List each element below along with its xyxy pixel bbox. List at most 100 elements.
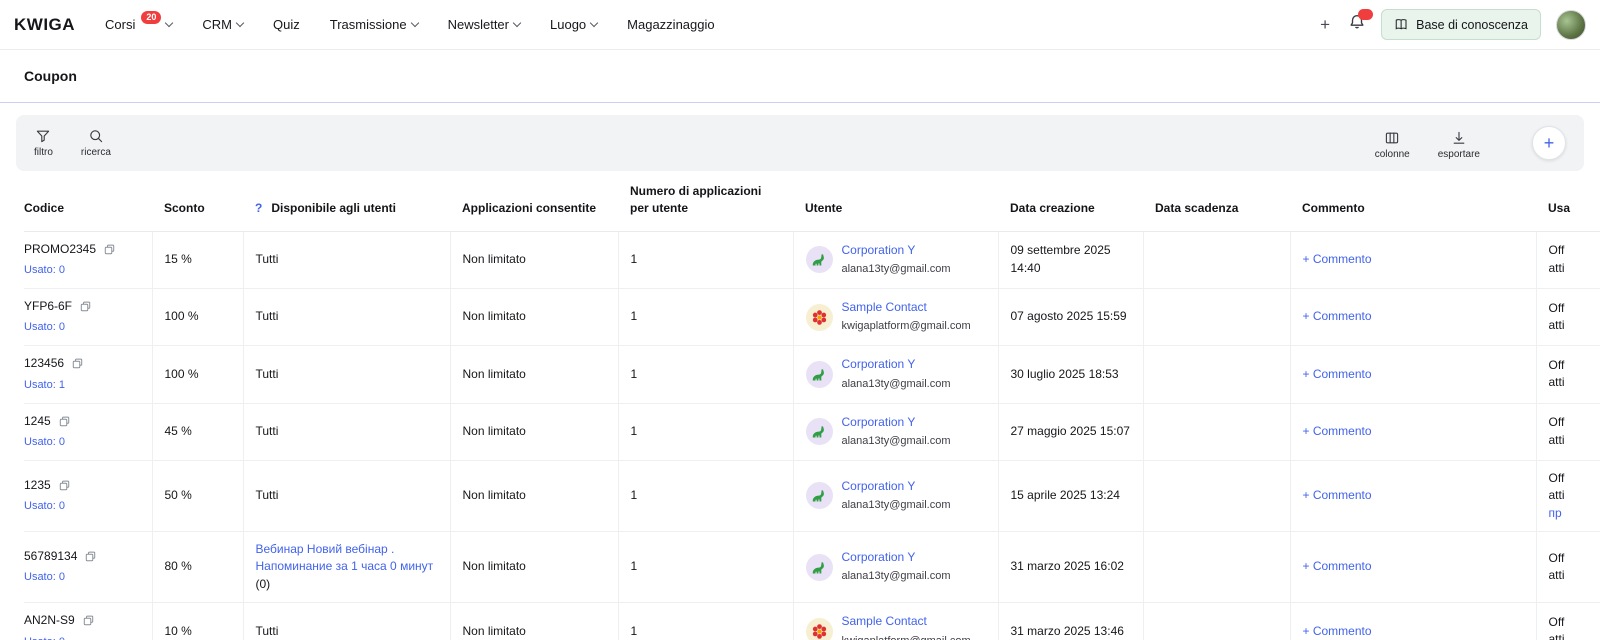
user-email: alana13ty@gmail.com [841, 434, 951, 447]
user-name-link[interactable]: Corporation Y [842, 357, 916, 371]
used-count-link[interactable]: Usato: 0 [24, 499, 65, 515]
user-email: kwigaplatform@gmail.com [841, 320, 971, 333]
used-count-link[interactable]: Usato: 0 [24, 570, 65, 586]
available-cell: Tutti [242, 459, 451, 533]
expiry-cell [1142, 531, 1291, 604]
help-icon[interactable]: ? [255, 201, 262, 215]
comment-cell: + Commento [1289, 602, 1537, 640]
used-count-link[interactable]: Usato: 0 [24, 320, 65, 336]
header-commento: Commento [1290, 171, 1536, 232]
nav-item-newsletter[interactable]: Newsletter [448, 17, 522, 32]
filter-icon [37, 130, 50, 143]
user-cell: Corporation Y alana13ty@gmail.com [792, 459, 999, 533]
header-data-scadenza: Data scadenza [1143, 171, 1290, 232]
discount-cell: 100 % [151, 287, 244, 347]
used-count-link[interactable]: Usato: 0 [24, 263, 65, 279]
per-user-cell: 1 [617, 602, 794, 640]
search-button[interactable]: ricerca [81, 128, 111, 158]
page-header: Coupon [0, 50, 1600, 103]
copy-icon[interactable] [58, 479, 71, 492]
user-email: alana13ty@gmail.com [841, 570, 951, 583]
export-button[interactable]: esportare [1438, 130, 1480, 160]
nav-item-trasmissione[interactable]: Trasmissione [330, 17, 419, 32]
nav-item-crm[interactable]: CRM [202, 17, 245, 32]
copy-icon[interactable] [71, 357, 84, 370]
copy-icon[interactable] [58, 415, 71, 428]
user-avatar [805, 418, 833, 446]
knowledge-base-button[interactable]: Base di conoscenza [1381, 9, 1541, 40]
offers-cell: Off atti [1535, 602, 1600, 640]
user-name-link[interactable]: Sample Contact [842, 614, 927, 628]
top-navbar: KWIGA Corsi 20 CRM Quiz Trasmissione New… [0, 0, 1600, 50]
offers-cell: Off atti [1535, 402, 1600, 461]
coupon-code: 123456 [24, 356, 65, 371]
user-name-link[interactable]: Corporation Y [842, 243, 916, 257]
header-utente: Utente [793, 171, 998, 232]
columns-icon [1386, 132, 1399, 144]
table-row: YFP6-6F Usato: 0 100 % Tutti Non limitat… [24, 287, 1600, 347]
nav-item-quiz[interactable]: Quiz [273, 17, 300, 32]
add-comment-link[interactable]: + Commento [1303, 309, 1372, 323]
copy-icon[interactable] [79, 300, 92, 313]
nav-item-corsi[interactable]: Corsi 20 [105, 11, 174, 32]
user-name-link[interactable]: Sample Contact [842, 300, 927, 314]
filter-button[interactable]: filtro [34, 128, 53, 158]
chevron-down-icon [165, 18, 174, 27]
header-disponibile: ? Disponibile agli utenti [243, 171, 450, 232]
quick-add-button[interactable]: + [1317, 15, 1333, 35]
available-text: Tutti [255, 424, 279, 439]
available-offer-link[interactable]: Вебинар Новий вебінар . Напоминание за 1… [256, 542, 434, 573]
notifications-button[interactable] [1348, 9, 1374, 36]
user-avatar [805, 360, 833, 388]
used-count-link[interactable]: Usato: 0 [24, 635, 65, 640]
user-name-link[interactable]: Corporation Y [842, 550, 916, 564]
download-icon [1453, 131, 1465, 144]
add-comment-link[interactable]: + Commento [1303, 488, 1372, 502]
nav-item-luogo[interactable]: Luogo [550, 17, 599, 32]
created-cell: 30 luglio 2025 18:53 [997, 345, 1144, 404]
add-comment-link[interactable]: + Commento [1303, 367, 1372, 381]
used-count-link[interactable]: Usato: 0 [24, 435, 65, 451]
user-cell: Corporation Y alana13ty@gmail.com [792, 230, 999, 289]
offer-link-line3[interactable]: пр [1549, 505, 1600, 522]
user-name-link[interactable]: Corporation Y [842, 415, 916, 429]
add-comment-link[interactable]: + Commento [1303, 559, 1372, 573]
applications-cell: Non limitato [449, 230, 619, 289]
add-comment-link[interactable]: + Commento [1303, 624, 1372, 638]
coupon-code: 1245 [24, 413, 51, 428]
nav-item-magazzinaggio[interactable]: Magazzinaggio [627, 17, 714, 32]
coupon-code: AN2N-S9 [24, 613, 75, 628]
user-profile-avatar[interactable] [1556, 9, 1586, 40]
used-count-link[interactable]: Usato: 1 [24, 378, 65, 394]
coupon-code: 56789134 [24, 549, 78, 563]
per-user-cell: 1 [617, 345, 794, 404]
comment-cell: + Commento [1289, 531, 1537, 604]
user-avatar [805, 303, 833, 331]
offer-text-line1: Off [1548, 615, 1565, 630]
per-user-cell: 1 [617, 459, 794, 533]
table-row: 1245 Usato: 0 45 % Tutti Non limitato 1 [24, 402, 1600, 461]
dino-avatar-icon [812, 426, 824, 438]
add-comment-link[interactable]: + Commento [1303, 252, 1372, 266]
offer-text-line2: atti [1548, 432, 1565, 447]
copy-icon[interactable] [84, 550, 97, 563]
add-comment-link[interactable]: + Commento [1303, 424, 1372, 438]
user-name-link[interactable]: Corporation Y [842, 479, 916, 493]
kwiga-logo[interactable]: KWIGA [14, 15, 75, 35]
add-coupon-button[interactable]: + [1532, 126, 1566, 160]
expiry-cell [1142, 602, 1291, 640]
copy-icon[interactable] [103, 243, 116, 256]
offer-text-line1: Off [1548, 243, 1565, 258]
chevron-down-icon [589, 18, 599, 27]
table-row: 56789134 Usato: 0 80 % Вебинар Новий веб… [24, 531, 1600, 604]
header-codice: Codice [24, 171, 152, 232]
discount-cell: 50 % [151, 459, 244, 533]
copy-icon[interactable] [82, 614, 95, 627]
offer-text-line2: atti [1548, 318, 1565, 333]
offer-text-line2: atti [1548, 375, 1565, 390]
header-data-creazione: Data creazione [998, 171, 1143, 232]
discount-cell: 45 % [151, 402, 244, 461]
available-cell: Tutti [242, 345, 451, 404]
search-icon [90, 130, 103, 143]
columns-button[interactable]: colonne [1375, 130, 1410, 160]
